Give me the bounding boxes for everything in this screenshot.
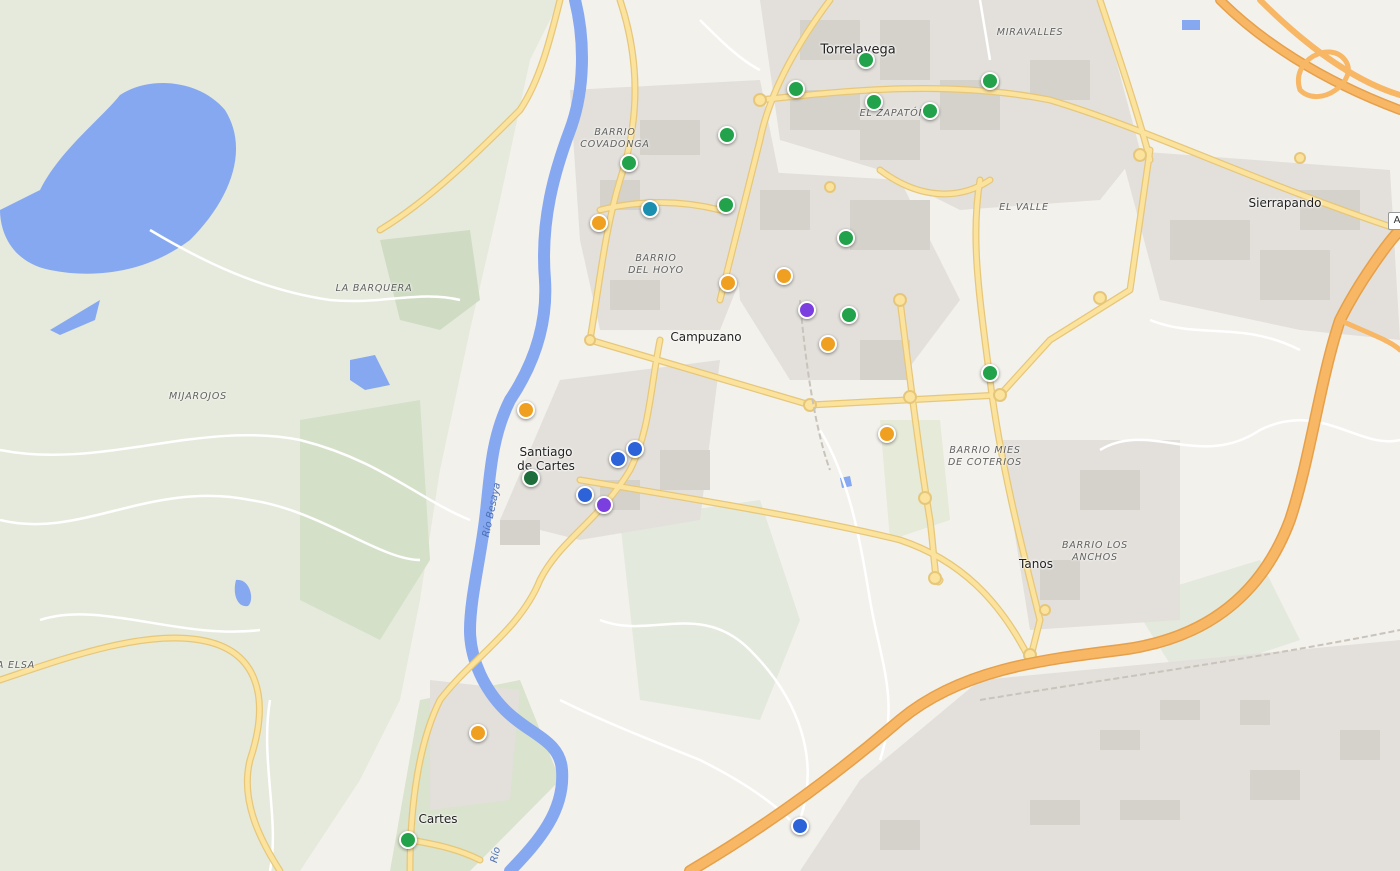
map-marker-green[interactable] — [921, 102, 939, 120]
road-shield: A — [1388, 212, 1400, 230]
map-marker-purple[interactable] — [595, 496, 613, 514]
map-marker-dark-green[interactable] — [522, 469, 540, 487]
map-marker-orange[interactable] — [775, 267, 793, 285]
map-marker-green[interactable] — [865, 93, 883, 111]
map-marker-blue[interactable] — [626, 440, 644, 458]
map-marker-orange[interactable] — [878, 425, 896, 443]
map-marker-green[interactable] — [981, 364, 999, 382]
map-marker-green[interactable] — [837, 229, 855, 247]
map-marker-green[interactable] — [718, 126, 736, 144]
map-base-layer — [0, 0, 1400, 871]
map-marker-green[interactable] — [620, 154, 638, 172]
map-marker-green[interactable] — [399, 831, 417, 849]
map-canvas[interactable]: Torrelavega Sierrapando Campuzano Santia… — [0, 0, 1400, 871]
map-marker-orange[interactable] — [469, 724, 487, 742]
road-shield-label: A — [1393, 215, 1400, 226]
map-marker-green[interactable] — [981, 72, 999, 90]
map-marker-orange[interactable] — [590, 214, 608, 232]
map-marker-green[interactable] — [857, 51, 875, 69]
map-marker-blue[interactable] — [609, 450, 627, 468]
map-marker-purple[interactable] — [798, 301, 816, 319]
map-marker-green[interactable] — [717, 196, 735, 214]
map-marker-green[interactable] — [787, 80, 805, 98]
map-marker-orange[interactable] — [719, 274, 737, 292]
map-marker-green[interactable] — [840, 306, 858, 324]
map-marker-blue[interactable] — [576, 486, 594, 504]
map-marker-teal[interactable] — [641, 200, 659, 218]
map-marker-orange[interactable] — [819, 335, 837, 353]
map-marker-blue[interactable] — [791, 817, 809, 835]
map-marker-orange[interactable] — [517, 401, 535, 419]
